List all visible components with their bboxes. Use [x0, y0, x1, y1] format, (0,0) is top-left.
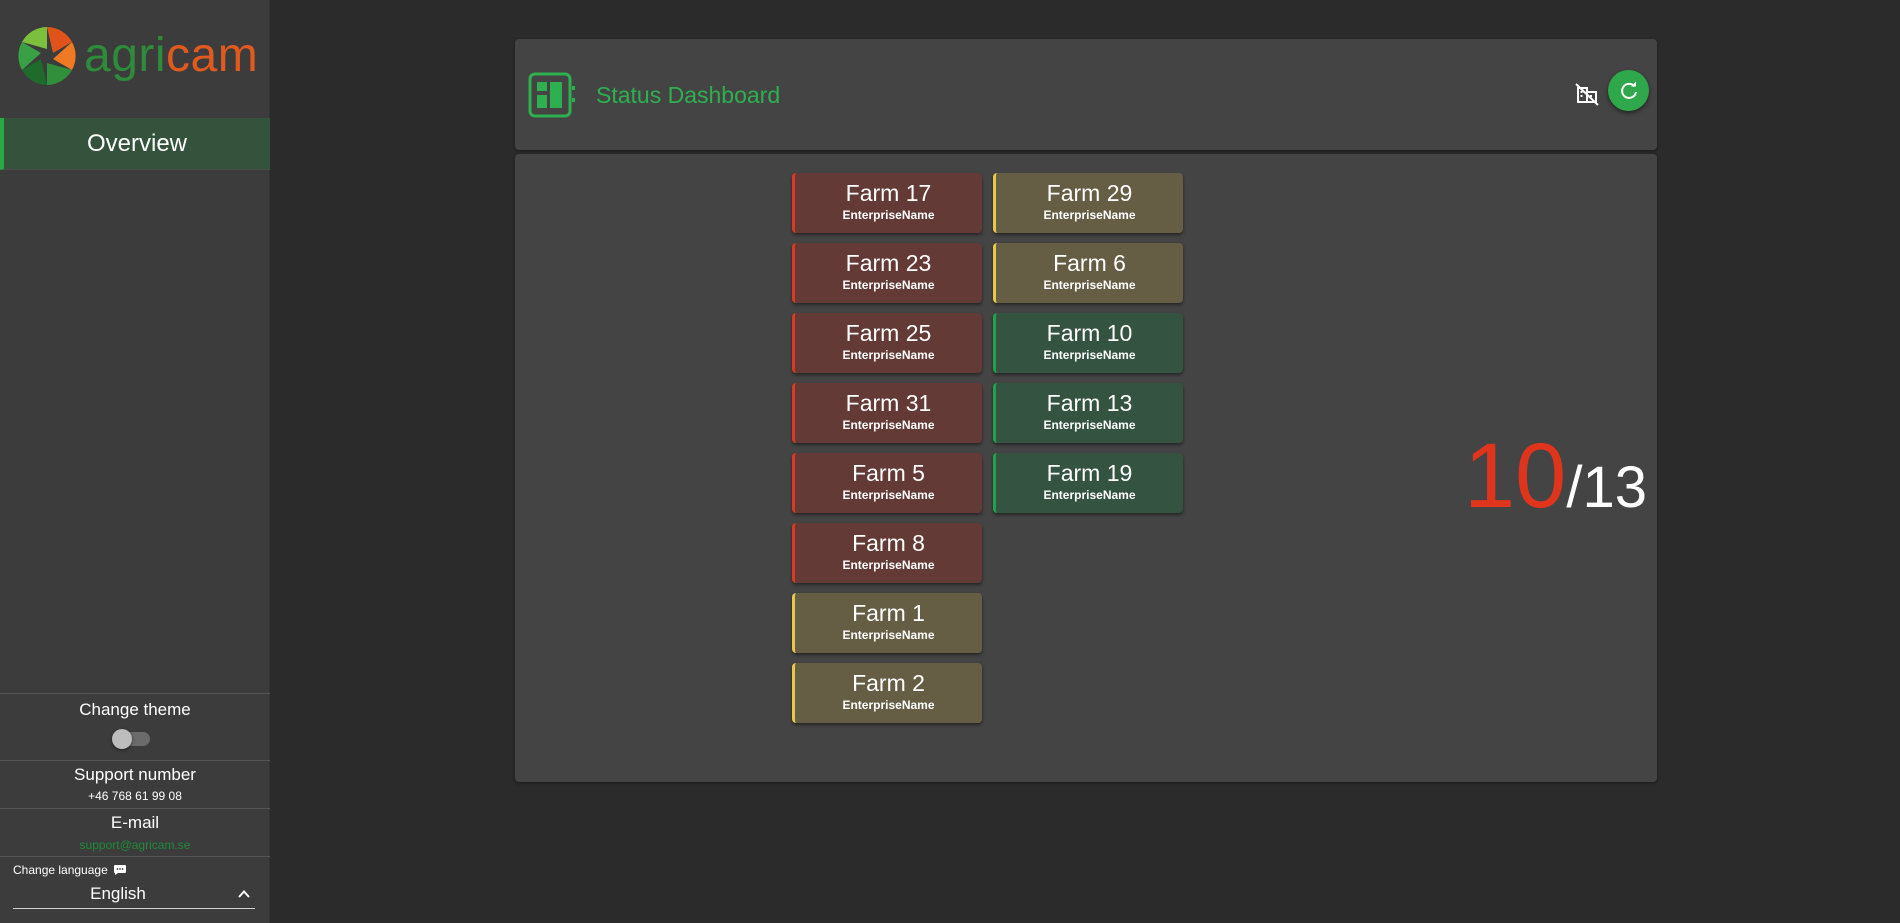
farm-card[interactable]: Farm 5 EnterpriseName [792, 453, 982, 513]
farm-card[interactable]: Farm 13 EnterpriseName [993, 383, 1183, 443]
toggle-knob [112, 729, 132, 749]
chat-bubble-icon [113, 865, 126, 875]
support-number-value: +46 768 61 99 08 [88, 789, 182, 803]
refresh-icon [1620, 81, 1637, 99]
farm-enterprise: EnterpriseName [842, 698, 935, 712]
logo-text-cam: cam [166, 29, 259, 82]
aperture-logo-icon [18, 27, 76, 85]
farm-card[interactable]: Farm 17 EnterpriseName [792, 173, 982, 233]
alert-count: 10 [1464, 425, 1567, 527]
total-count: /13 [1566, 455, 1647, 520]
farm-card[interactable]: Farm 19 EnterpriseName [993, 453, 1183, 513]
page-title: Status Dashboard [596, 82, 781, 108]
farm-name: Farm 2 [852, 670, 925, 696]
farm-enterprise: EnterpriseName [842, 628, 935, 642]
farm-name: Farm 6 [1053, 250, 1126, 276]
nav-item-overview[interactable]: Overview [0, 118, 270, 170]
farm-column-2: Farm 29 EnterpriseName Farm 6 Enterprise… [993, 173, 1183, 523]
farm-name: Farm 8 [852, 530, 925, 556]
farm-enterprise: EnterpriseName [842, 418, 935, 432]
change-language-label: Change language [13, 863, 126, 877]
farm-name: Farm 23 [845, 250, 932, 276]
farm-name: Farm 29 [1046, 180, 1133, 206]
refresh-button[interactable] [1608, 70, 1649, 111]
farm-card[interactable]: Farm 1 EnterpriseName [792, 593, 982, 653]
farm-enterprise: EnterpriseName [1043, 348, 1136, 362]
email-label: E-mail [110, 813, 160, 832]
chevron-up-icon [238, 890, 250, 898]
farm-enterprise: EnterpriseName [1043, 278, 1136, 292]
farm-enterprise: EnterpriseName [1043, 488, 1136, 502]
farm-card[interactable]: Farm 10 EnterpriseName [993, 313, 1183, 373]
language-section: Change language English [0, 856, 270, 923]
farm-card[interactable]: Farm 23 EnterpriseName [792, 243, 982, 303]
language-selected-value: English [90, 884, 146, 903]
change-theme-label: Change theme [79, 700, 191, 719]
farm-card[interactable]: Farm 31 EnterpriseName [792, 383, 982, 443]
language-select[interactable]: English [13, 881, 255, 909]
sidebar: agricam Overview Change theme Support nu… [0, 0, 270, 923]
farm-enterprise: EnterpriseName [842, 348, 935, 362]
farm-enterprise: EnterpriseName [842, 208, 935, 222]
farm-name: Farm 17 [845, 180, 932, 206]
farm-name: Farm 19 [1046, 460, 1133, 486]
farm-card[interactable]: Farm 25 EnterpriseName [792, 313, 982, 373]
nav-item-label: Overview [86, 129, 188, 157]
no-building-icon[interactable] [1574, 81, 1600, 107]
farm-enterprise: EnterpriseName [842, 558, 935, 572]
farm-card[interactable]: Farm 2 EnterpriseName [792, 663, 982, 723]
theme-section: Change theme [0, 693, 270, 761]
support-number-label: Support number [74, 765, 196, 784]
email-section: E-mail support@agricam.se [0, 808, 270, 856]
logo-wordmark: agricam [84, 32, 258, 80]
change-language-text: Change language [13, 863, 108, 877]
farm-card[interactable]: Farm 8 EnterpriseName [792, 523, 982, 583]
farm-name: Farm 10 [1046, 320, 1133, 346]
support-section: Support number +46 768 61 99 08 [0, 760, 270, 808]
farm-name: Farm 31 [845, 390, 932, 416]
theme-toggle[interactable] [112, 729, 150, 749]
alert-counter: 10 /13 [1464, 430, 1647, 522]
dashboard-icon [528, 72, 575, 118]
farm-name: Farm 13 [1046, 390, 1133, 416]
email-link[interactable]: support@agricam.se [80, 838, 191, 852]
farm-card[interactable]: Farm 29 EnterpriseName [993, 173, 1183, 233]
farm-enterprise: EnterpriseName [1043, 208, 1136, 222]
farm-name: Farm 25 [845, 320, 932, 346]
farm-enterprise: EnterpriseName [1043, 418, 1136, 432]
farm-column-1: Farm 17 EnterpriseName Farm 23 Enterpris… [792, 173, 982, 733]
farm-card[interactable]: Farm 6 EnterpriseName [993, 243, 1183, 303]
farm-enterprise: EnterpriseName [842, 488, 935, 502]
farm-name: Farm 5 [852, 460, 925, 486]
farm-enterprise: EnterpriseName [842, 278, 935, 292]
logo-text-agri: agri [84, 29, 167, 82]
dashboard-header: Status Dashboard [515, 39, 1657, 150]
farm-status-panel: Farm 17 EnterpriseName Farm 23 Enterpris… [515, 154, 1657, 782]
agricam-logo[interactable]: agricam [16, 24, 260, 88]
farm-name: Farm 1 [852, 600, 925, 626]
